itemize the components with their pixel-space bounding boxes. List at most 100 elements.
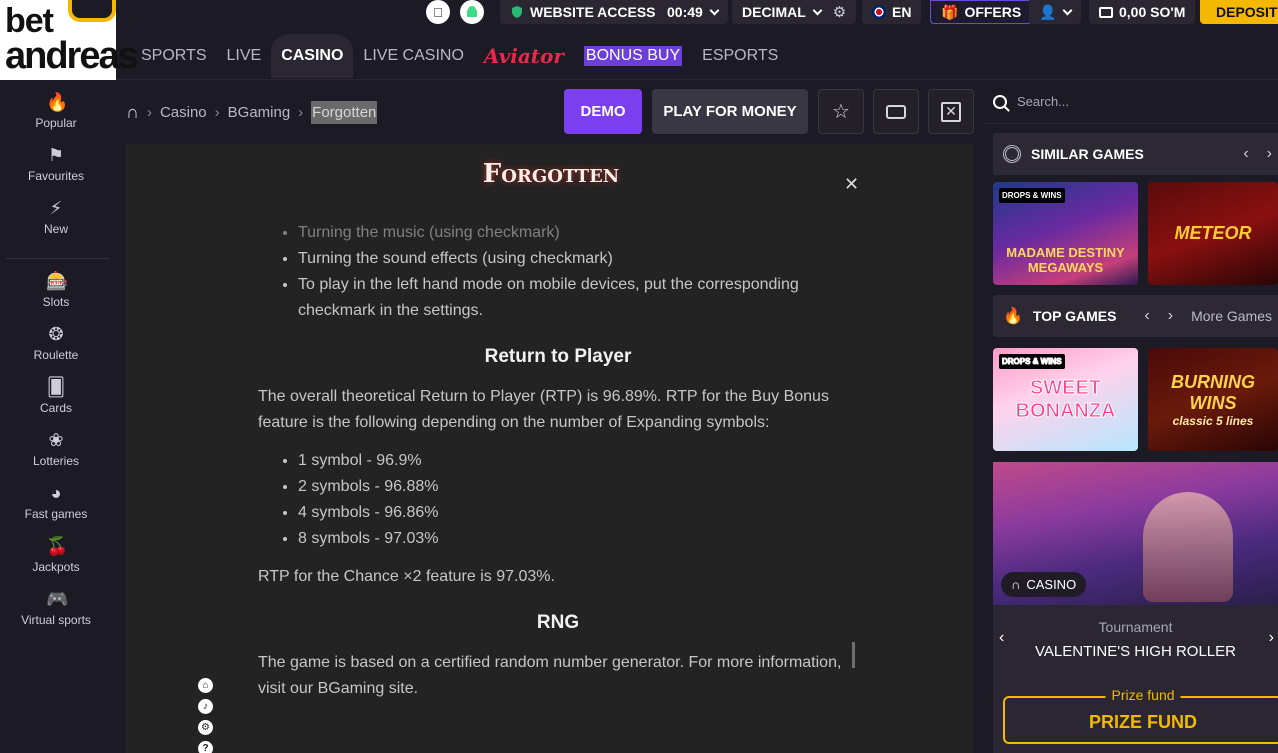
sidebar-item-label: Lotteries xyxy=(32,454,80,468)
tile-title: BURNING WINS xyxy=(1171,371,1255,413)
nav-tab-aviator[interactable]: Aviator xyxy=(474,34,574,78)
game-side-controls: ⌂ ♪ ⚙ ? xyxy=(198,678,214,753)
fullscreen-button[interactable] xyxy=(873,89,919,134)
chevron-left-icon[interactable]: ‹ xyxy=(999,629,1004,647)
rtp-heading: Return to Player xyxy=(484,346,632,367)
lightning-icon: ⚡ xyxy=(49,198,63,218)
sidebar-item-popular[interactable]: 🔥 Popular xyxy=(0,92,112,130)
sidebar-item-cards[interactable]: 🂠 Cards xyxy=(0,377,112,415)
offers-button[interactable]: 🎁 OFFERS xyxy=(930,0,1033,24)
odds-format-dropdown[interactable]: DECIMAL ⚙ xyxy=(732,0,857,24)
apple-icon[interactable]:  xyxy=(426,0,450,24)
star-icon: ☆ xyxy=(832,101,850,123)
tile-subtitle: classic 5 lines xyxy=(1172,413,1254,428)
roulette-icon xyxy=(1003,145,1021,163)
similar-games-nav: ‹ › xyxy=(1243,133,1272,175)
tile-title: METEOR xyxy=(1174,223,1252,243)
sidebar-item-favourites[interactable]: ⚑ Favourites xyxy=(0,145,112,183)
uk-flag-icon xyxy=(872,5,886,19)
close-box-icon: ✕ xyxy=(941,101,961,122)
shield-icon xyxy=(512,6,522,18)
website-access-button[interactable]: WEBSITE ACCESS xyxy=(500,0,666,24)
clock-dropdown[interactable]: 00:49 xyxy=(657,0,728,24)
user-menu-button[interactable]: 👤 xyxy=(1029,0,1082,24)
cards-icon: 🂠 xyxy=(46,377,66,397)
lottery-icon: ❀ xyxy=(48,430,64,450)
tournament-banner[interactable]: ∩ CASINO xyxy=(993,462,1278,605)
similar-games-title: SIMILAR GAMES xyxy=(1031,146,1144,162)
gamepad-icon: 🎮 xyxy=(46,589,69,609)
chevron-right-icon[interactable]: › xyxy=(1267,145,1272,163)
sidebar-item-label: Roulette xyxy=(33,348,79,362)
rtp-chance-paragraph: RTP for the Chance ×2 feature is 97.03%. xyxy=(258,568,555,585)
more-games-link[interactable]: More Games xyxy=(1191,308,1272,324)
sidebar-item-slots[interactable]: 🎰 Slots xyxy=(0,271,112,309)
sidebar-item-virtual-sports[interactable]: 🎮 Virtual sports xyxy=(0,589,112,627)
chevron-right-icon[interactable]: › xyxy=(1168,307,1173,325)
rtp-paragraph: The overall theoretical Return to Player… xyxy=(258,388,829,431)
nav-tab-live[interactable]: LIVE xyxy=(217,34,272,78)
nav-tab-bonus-buy[interactable]: BONUS BUY xyxy=(574,34,692,78)
offers-label: OFFERS xyxy=(964,4,1022,20)
game-tile-burning-wins[interactable]: BURNING WINS classic 5 lines xyxy=(1148,348,1278,451)
sidebar-item-jackpots[interactable]: 🍒 Jackpots xyxy=(0,536,112,574)
game-tile-sweet-bonanza[interactable]: DROPS & WINS SWEET BONANZA xyxy=(993,348,1138,451)
demo-button[interactable]: DEMO xyxy=(564,89,642,134)
search-input[interactable]: Search... xyxy=(1017,94,1069,109)
chevron-left-icon[interactable]: ‹ xyxy=(1144,307,1149,325)
left-sidebar: 🔥 Popular ⚑ Favourites ⚡ New 🎰 Slots ❂ R… xyxy=(0,80,116,753)
language-selector[interactable]: EN xyxy=(862,0,922,24)
sidebar-item-label: Favourites xyxy=(27,169,85,183)
sound-icon[interactable]: ♪ xyxy=(198,699,213,714)
cherries-icon: 🍒 xyxy=(46,536,69,556)
fire-icon: 🔥 xyxy=(46,92,69,112)
sidebar-item-roulette[interactable]: ❂ Roulette xyxy=(0,324,112,362)
chevron-right-icon[interactable]: › xyxy=(1269,629,1274,647)
sidebar-item-label: New xyxy=(43,222,68,236)
rules-scrollbar[interactable] xyxy=(852,642,855,668)
balance-display[interactable]: 0,00 SO'M xyxy=(1089,0,1196,24)
android-icon[interactable] xyxy=(460,0,484,24)
breadcrumb-separator: › xyxy=(298,103,304,121)
prize-fund-value: PRIZE FUND xyxy=(1089,712,1197,732)
close-game-button[interactable]: ✕ xyxy=(928,89,974,134)
time-label: 00:49 xyxy=(667,4,703,20)
tournament-name[interactable]: VALENTINE'S HIGH ROLLER xyxy=(993,643,1278,660)
nav-tab-esports[interactable]: ESPORTS xyxy=(692,34,788,78)
right-panel: Search... SIMILAR GAMES ‹ › DROPS & WINS… xyxy=(983,80,1278,753)
help-icon[interactable]: ? xyxy=(198,741,213,753)
search-bar[interactable]: Search... xyxy=(983,80,1278,124)
home-icon[interactable]: ⌂ xyxy=(198,678,213,693)
drops-wins-badge: DROPS & WINS xyxy=(999,188,1065,203)
close-rules-button[interactable]: ✕ xyxy=(844,174,859,195)
sidebar-item-label: Virtual sports xyxy=(21,613,91,627)
settings-icon[interactable]: ⚙ xyxy=(198,720,213,735)
nav-tab-casino[interactable]: CASINO xyxy=(271,34,354,78)
favourite-star-button[interactable]: ☆ xyxy=(818,89,864,134)
nav-tab-live-casino[interactable]: LIVE CASINO xyxy=(353,34,473,78)
casino-tag: ∩ CASINO xyxy=(1001,572,1087,597)
list-item: 1 symbol - 96.9% xyxy=(298,448,858,474)
play-for-money-button[interactable]: PLAY FOR MONEY xyxy=(652,89,808,134)
logo-mark-icon xyxy=(68,0,116,22)
similar-games-header: SIMILAR GAMES ‹ › xyxy=(993,133,1278,175)
tile-title: SWEET BONANZA xyxy=(1015,376,1116,422)
language-label: EN xyxy=(892,4,912,20)
chevron-left-icon[interactable]: ‹ xyxy=(1243,145,1248,163)
nav-tab-sports[interactable]: SPORTS xyxy=(131,34,217,78)
breadcrumb-provider[interactable]: BGaming xyxy=(228,104,291,121)
horseshoe-icon[interactable]: ∩ xyxy=(126,102,139,123)
sidebar-item-fast-games[interactable]: ◕ Fast games xyxy=(0,483,112,521)
sidebar-item-lotteries[interactable]: ❀ Lotteries xyxy=(0,430,112,468)
breadcrumb-casino[interactable]: Casino xyxy=(160,104,207,121)
game-tile-madame-destiny[interactable]: DROPS & WINS MADAME DESTINY MEGAWAYS xyxy=(993,182,1138,285)
list-item: Turning the music (using checkmark) xyxy=(298,220,858,246)
top-games-header: 🔥 TOP GAMES ‹ › More Games xyxy=(993,295,1278,337)
game-iframe[interactable]: Forgotten ✕ Turning the music (using che… xyxy=(126,144,973,753)
breadcrumb-current-game: Forgotten xyxy=(311,100,378,124)
tournament-label: Tournament xyxy=(1098,619,1173,635)
deposit-button[interactable]: DEPOSIT xyxy=(1200,0,1278,24)
gear-icon[interactable]: ⚙ xyxy=(833,3,846,21)
game-tile-meteor[interactable]: METEOR xyxy=(1148,182,1278,285)
sidebar-item-new[interactable]: ⚡ New xyxy=(0,198,112,236)
